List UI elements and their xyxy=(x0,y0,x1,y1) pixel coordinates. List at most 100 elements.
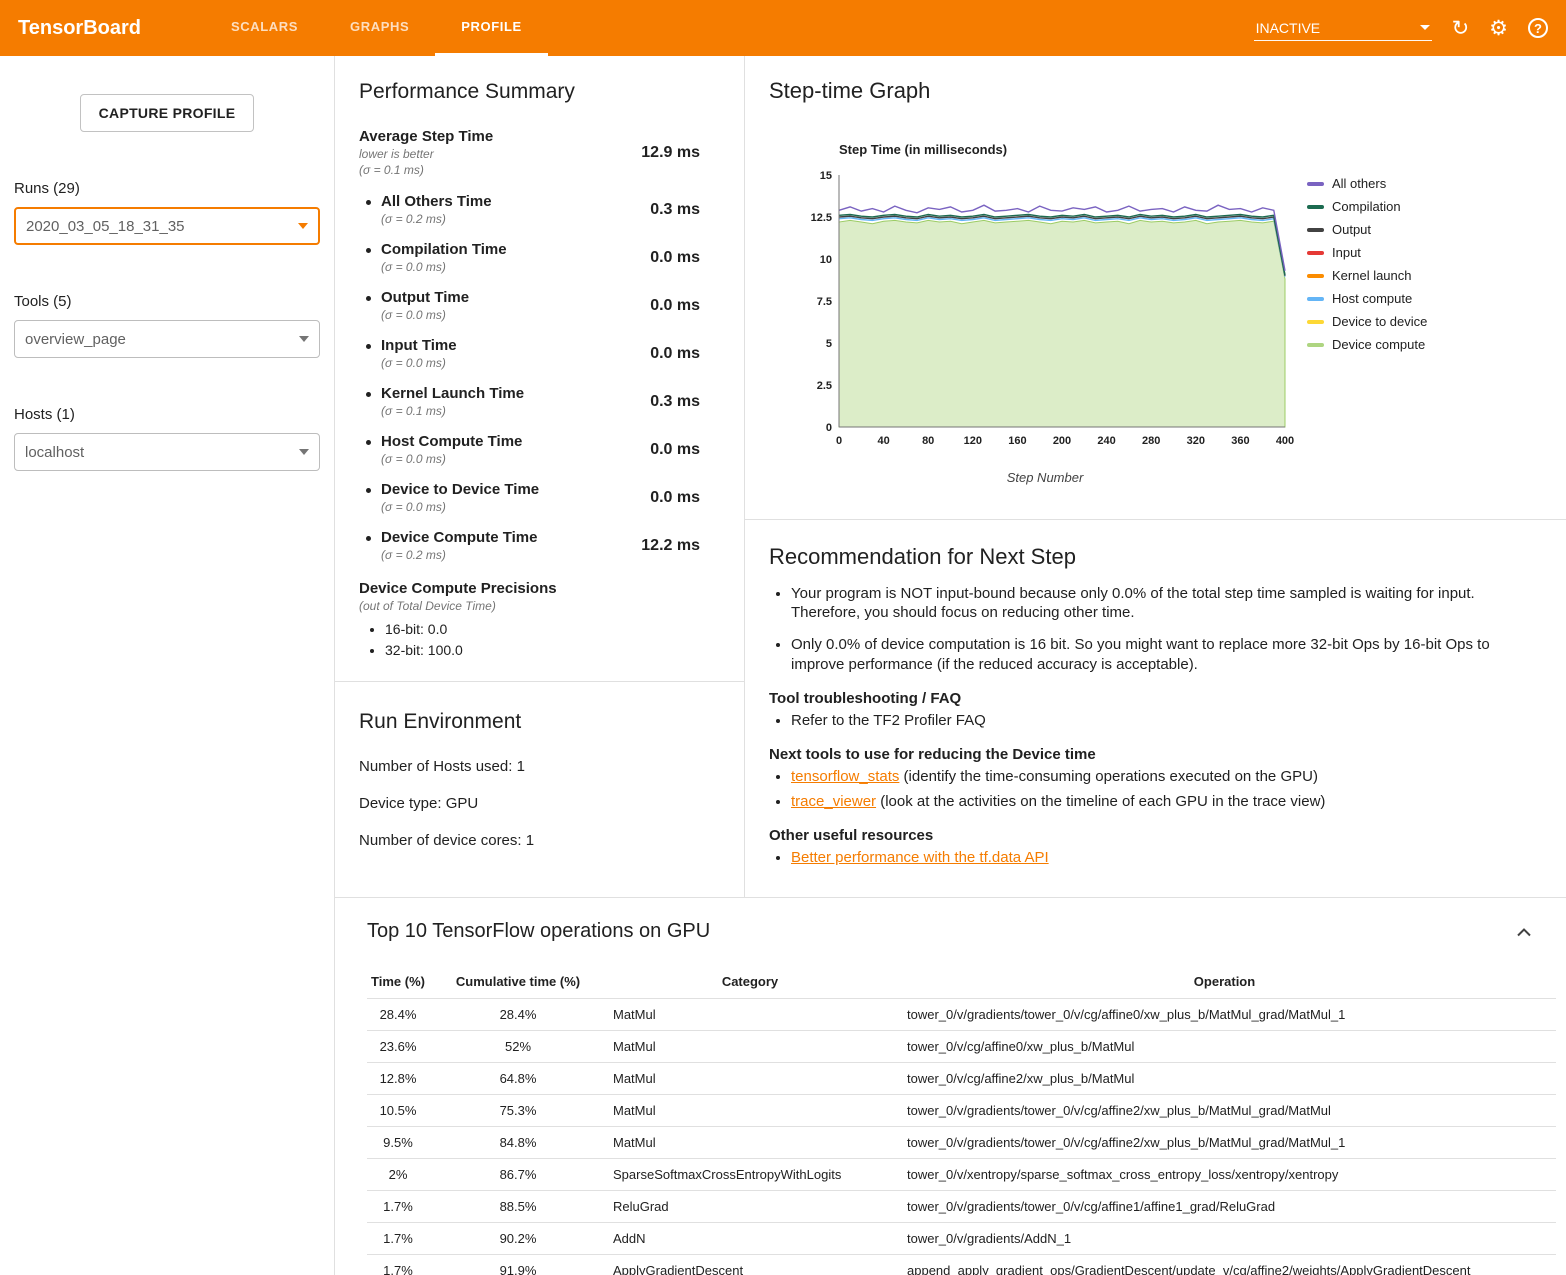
svg-text:360: 360 xyxy=(1231,435,1249,447)
table-cell: MatMul xyxy=(607,1095,893,1127)
recommendation-item: tensorflow_stats (identify the time-cons… xyxy=(791,767,1522,787)
hosts-dropdown[interactable]: localhost xyxy=(14,433,320,471)
collapse-chevron-icon[interactable] xyxy=(1516,927,1532,937)
svg-text:320: 320 xyxy=(1187,435,1205,447)
average-step-time-value: 12.9 ms xyxy=(641,144,700,162)
svg-text:400: 400 xyxy=(1276,435,1294,447)
table-cell: ReluGrad xyxy=(607,1191,893,1223)
legend-item: Device compute xyxy=(1307,337,1427,352)
table-cell: MatMul xyxy=(607,1031,893,1063)
summary-item-sigma: (σ = 0.0 ms) xyxy=(381,260,650,274)
recommendation-link[interactable]: Better performance with the tf.data API xyxy=(791,849,1049,866)
summary-item-value: 0.0 ms xyxy=(650,297,700,315)
table-cell: 64.8% xyxy=(429,1063,607,1095)
column-header: Time (%) xyxy=(367,965,429,999)
table-cell: tower_0/v/cg/affine2/xw_plus_b/MatMul xyxy=(893,1063,1556,1095)
capture-profile-button[interactable]: CAPTURE PROFILE xyxy=(80,94,255,132)
legend-item: Compilation xyxy=(1307,199,1427,214)
table-cell: 88.5% xyxy=(429,1191,607,1223)
refresh-icon[interactable]: ↻ xyxy=(1452,18,1470,39)
legend-swatch-icon xyxy=(1307,251,1324,255)
svg-text:2.5: 2.5 xyxy=(817,380,832,392)
table-row: 23.6%52%MatMultower_0/v/cg/affine0/xw_pl… xyxy=(367,1031,1556,1063)
table-row: 9.5%84.8%MatMultower_0/v/gradients/tower… xyxy=(367,1127,1556,1159)
table-cell: 91.9% xyxy=(429,1255,607,1275)
tab-graphs[interactable]: GRAPHS xyxy=(324,0,435,56)
table-cell: append_apply_gradient_ops/GradientDescen… xyxy=(893,1255,1556,1275)
tab-scalars[interactable]: SCALARS xyxy=(205,0,324,56)
table-cell: MatMul xyxy=(607,1063,893,1095)
precision-item: 16-bit: 0.0 xyxy=(385,621,720,637)
summary-item: Device to Device Time(σ = 0.0 ms)0.0 ms xyxy=(359,481,720,514)
run-environment-section: Run Environment Number of Hosts used: 1D… xyxy=(335,682,744,897)
step-time-graph-section: Step-time Graph Step Time (in millisecon… xyxy=(745,56,1566,519)
summary-column: Performance Summary Average Step Time lo… xyxy=(335,56,745,897)
legend-label: Device compute xyxy=(1332,337,1425,352)
bullet-icon xyxy=(366,392,371,397)
help-icon[interactable]: ? xyxy=(1528,18,1548,38)
recommendation-item-text: (identify the time-consuming operations … xyxy=(899,768,1318,785)
table-cell: 23.6% xyxy=(367,1031,429,1063)
bullet-icon xyxy=(366,200,371,205)
table-cell: MatMul xyxy=(607,1127,893,1159)
runs-dropdown[interactable]: 2020_03_05_18_31_35 xyxy=(14,207,320,245)
app-title: TensorBoard xyxy=(18,17,141,40)
step-time-chart: Step Time (in milliseconds) 02.557.51012… xyxy=(795,142,1295,485)
summary-item-label: All Others Time xyxy=(381,193,650,210)
tools-dropdown[interactable]: overview_page xyxy=(14,320,320,358)
summary-item-value: 0.3 ms xyxy=(650,393,700,411)
legend-swatch-icon xyxy=(1307,274,1324,278)
table-cell: tower_0/v/gradients/tower_0/v/cg/affine2… xyxy=(893,1095,1556,1127)
summary-item-label: Input Time xyxy=(381,337,650,354)
bullet-icon xyxy=(366,248,371,253)
legend-swatch-icon xyxy=(1307,320,1324,324)
recommendation-item-text: Refer to the TF2 Profiler FAQ xyxy=(791,712,986,729)
svg-text:0: 0 xyxy=(826,422,832,434)
run-environment-title: Run Environment xyxy=(359,710,720,734)
summary-item-label: Device to Device Time xyxy=(381,481,650,498)
performance-summary-section: Performance Summary Average Step Time lo… xyxy=(335,56,744,681)
legend-item: Input xyxy=(1307,245,1427,260)
tools-dropdown-value: overview_page xyxy=(25,331,126,348)
svg-text:0: 0 xyxy=(836,435,842,447)
legend-swatch-icon xyxy=(1307,205,1324,209)
gear-icon[interactable]: ⚙ xyxy=(1489,18,1508,39)
table-cell: tower_0/v/gradients/tower_0/v/cg/affine1… xyxy=(893,1191,1556,1223)
summary-item-label: Output Time xyxy=(381,289,650,306)
svg-text:5: 5 xyxy=(826,338,832,350)
tab-profile[interactable]: PROFILE xyxy=(435,0,548,56)
status-dropdown-value: INACTIVE xyxy=(1256,20,1321,36)
nav-tabs: SCALARSGRAPHSPROFILE xyxy=(205,0,548,56)
recommendation-list: Better performance with the tf.data API xyxy=(791,848,1522,868)
summary-item-label: Compilation Time xyxy=(381,241,650,258)
legend-swatch-icon xyxy=(1307,228,1324,232)
summary-item: Compilation Time(σ = 0.0 ms)0.0 ms xyxy=(359,241,720,274)
graph-column: Step-time Graph Step Time (in millisecon… xyxy=(745,56,1566,897)
svg-text:12.5: 12.5 xyxy=(811,212,832,224)
recommendation-title: Recommendation for Next Step xyxy=(769,544,1522,570)
table-row: 28.4%28.4%MatMultower_0/v/gradients/towe… xyxy=(367,999,1556,1031)
table-cell: tower_0/v/cg/affine0/xw_plus_b/MatMul xyxy=(893,1031,1556,1063)
chevron-down-icon xyxy=(299,449,309,455)
table-cell: 28.4% xyxy=(429,999,607,1031)
recommendation-link[interactable]: trace_viewer xyxy=(791,793,876,810)
sidebar: CAPTURE PROFILE Runs (29) 2020_03_05_18_… xyxy=(0,56,335,1275)
recommendation-bullet: Your program is NOT input-bound because … xyxy=(791,584,1522,622)
svg-text:120: 120 xyxy=(964,435,982,447)
table-row: 10.5%75.3%MatMultower_0/v/gradients/towe… xyxy=(367,1095,1556,1127)
column-header: Operation xyxy=(893,965,1556,999)
table-row: 2%86.7%SparseSoftmaxCrossEntropyWithLogi… xyxy=(367,1159,1556,1191)
svg-text:40: 40 xyxy=(877,435,889,447)
bullet-icon xyxy=(366,296,371,301)
summary-item-sigma: (σ = 0.0 ms) xyxy=(381,356,650,370)
chevron-down-icon xyxy=(298,223,308,229)
legend-swatch-icon xyxy=(1307,182,1324,186)
precision-list: 16-bit: 0.032-bit: 100.0 xyxy=(385,621,720,658)
recommendation-link[interactable]: tensorflow_stats xyxy=(791,768,899,785)
status-dropdown[interactable]: INACTIVE xyxy=(1254,16,1432,41)
legend-swatch-icon xyxy=(1307,297,1324,301)
topbar-actions: INACTIVE ↻ ⚙ ? xyxy=(1254,16,1548,41)
recommendation-item: Refer to the TF2 Profiler FAQ xyxy=(791,711,1522,731)
table-cell: 86.7% xyxy=(429,1159,607,1191)
table-cell: ApplyGradientDescent xyxy=(607,1255,893,1275)
